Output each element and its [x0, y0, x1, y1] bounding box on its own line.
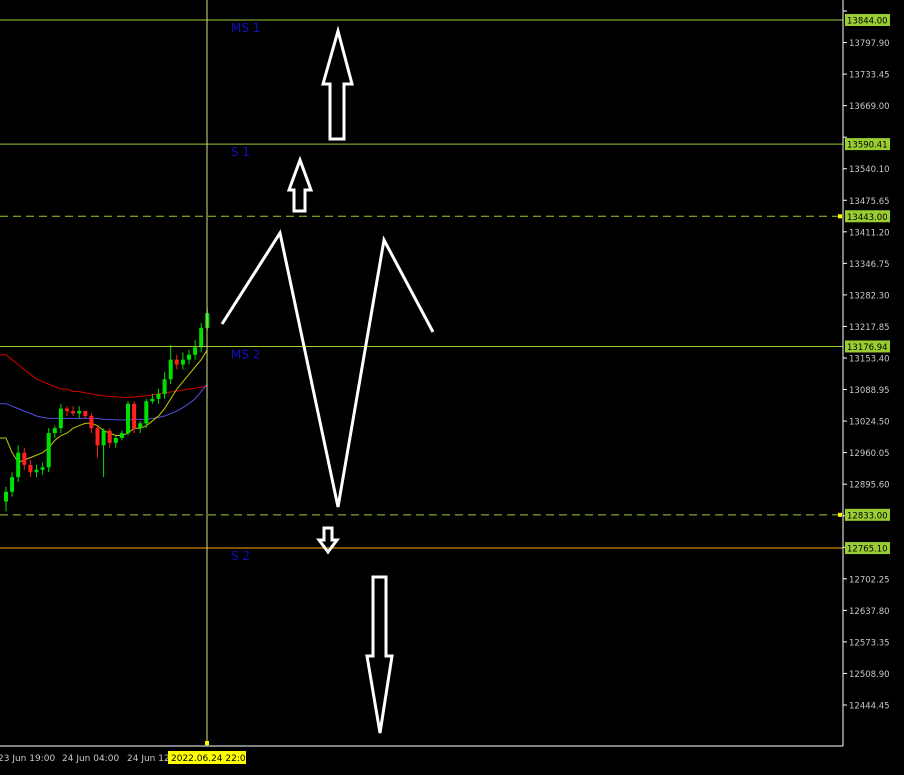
candle-bull: [4, 491, 8, 502]
candle-bull: [144, 401, 149, 424]
price-tick-label: 13024.50: [849, 418, 890, 428]
cursor-marker: [205, 741, 209, 745]
candle-bull: [150, 398, 155, 402]
candle-bear: [22, 452, 27, 465]
price-tick-label: 13217.85: [849, 323, 890, 333]
price-tick-label: 13282.30: [849, 291, 890, 301]
price-tick-label: 12895.60: [849, 481, 890, 491]
level-label-s1: S 1: [231, 145, 250, 159]
candle-bull: [138, 423, 143, 429]
price-tick-label: 12637.80: [849, 607, 890, 617]
candle-bull: [193, 347, 198, 355]
candle-bull: [101, 430, 106, 446]
price-tick-label: 12702.25: [849, 575, 890, 585]
price-tick-label: 12960.05: [849, 449, 890, 459]
candle-bull: [199, 327, 204, 348]
candle-bull: [34, 469, 39, 473]
candle-bear: [132, 403, 137, 429]
candle-bull: [77, 411, 82, 414]
chart-window: MS 1 S 1 MS 2 S 2 13797.90 13733.45 13669.00 1…: [0, 0, 904, 771]
candle-bear: [107, 430, 112, 443]
chart-background: [0, 0, 904, 771]
level-label-ms1: MS 1: [231, 21, 260, 35]
candle-bull: [46, 433, 51, 468]
price-tick-label: 13153.40: [849, 355, 890, 365]
candle-bull: [10, 477, 15, 492]
price-tick-label: 13346.75: [849, 260, 890, 270]
candle-bull: [168, 359, 173, 380]
price-tag-ms2: 13176.94: [847, 343, 888, 353]
level-label-s2: S 2: [231, 549, 250, 563]
time-label: 23 Jun 19:00: [0, 754, 55, 764]
price-tag-ms1: 13844.00: [847, 16, 888, 26]
candle-bear: [28, 464, 33, 473]
candle-bear: [65, 408, 69, 412]
candle-bull: [162, 379, 167, 394]
price-tag-dash-lower: 12833.00: [847, 511, 888, 521]
candle-bull: [40, 467, 45, 470]
candle-bull: [187, 354, 191, 360]
candle-bear: [174, 359, 179, 365]
time-label: 24 Jun 04:00: [62, 754, 119, 764]
price-tick-label: 12573.35: [849, 638, 890, 648]
cursor-time-tag: 2022.06.24 22:00: [171, 754, 252, 764]
level-marker: [838, 512, 842, 517]
candle-bear: [89, 415, 94, 429]
candle-bull: [180, 359, 185, 365]
candle-bull: [126, 403, 130, 434]
candle-bear: [71, 411, 76, 414]
candle-bull: [119, 433, 124, 438]
candle-bull: [16, 452, 21, 478]
price-tick-label: 13733.45: [849, 71, 890, 81]
level-label-ms2: MS 2: [231, 347, 260, 361]
time-label: 24 Jun 12: [127, 754, 170, 764]
candle-bull: [58, 408, 63, 429]
price-tick-label: 12508.90: [849, 670, 890, 680]
candle-bear: [83, 411, 88, 416]
price-tag-s1: 13590.41: [847, 141, 888, 151]
candle-bull: [113, 437, 118, 443]
price-tick-label: 13540.10: [849, 165, 890, 175]
candle-bull: [52, 428, 57, 434]
candle-bull: [156, 393, 161, 399]
price-tick-label: 12444.45: [849, 702, 890, 712]
price-tick-label: 13475.65: [849, 197, 890, 207]
price-tag-s2: 12765.10: [847, 545, 888, 555]
price-tick-label: 13088.95: [849, 386, 890, 396]
price-tag-dash-upper: 13443.00: [847, 213, 888, 223]
price-chart[interactable]: MS 1 S 1 MS 2 S 2 13797.90 13733.45 13669.00 1…: [0, 0, 904, 771]
price-tick-label: 13411.20: [849, 228, 890, 238]
price-tick-label: 13797.90: [849, 39, 890, 49]
candle-bear: [95, 428, 100, 446]
level-marker: [838, 214, 842, 219]
price-tick-label: 13669.00: [849, 102, 890, 112]
